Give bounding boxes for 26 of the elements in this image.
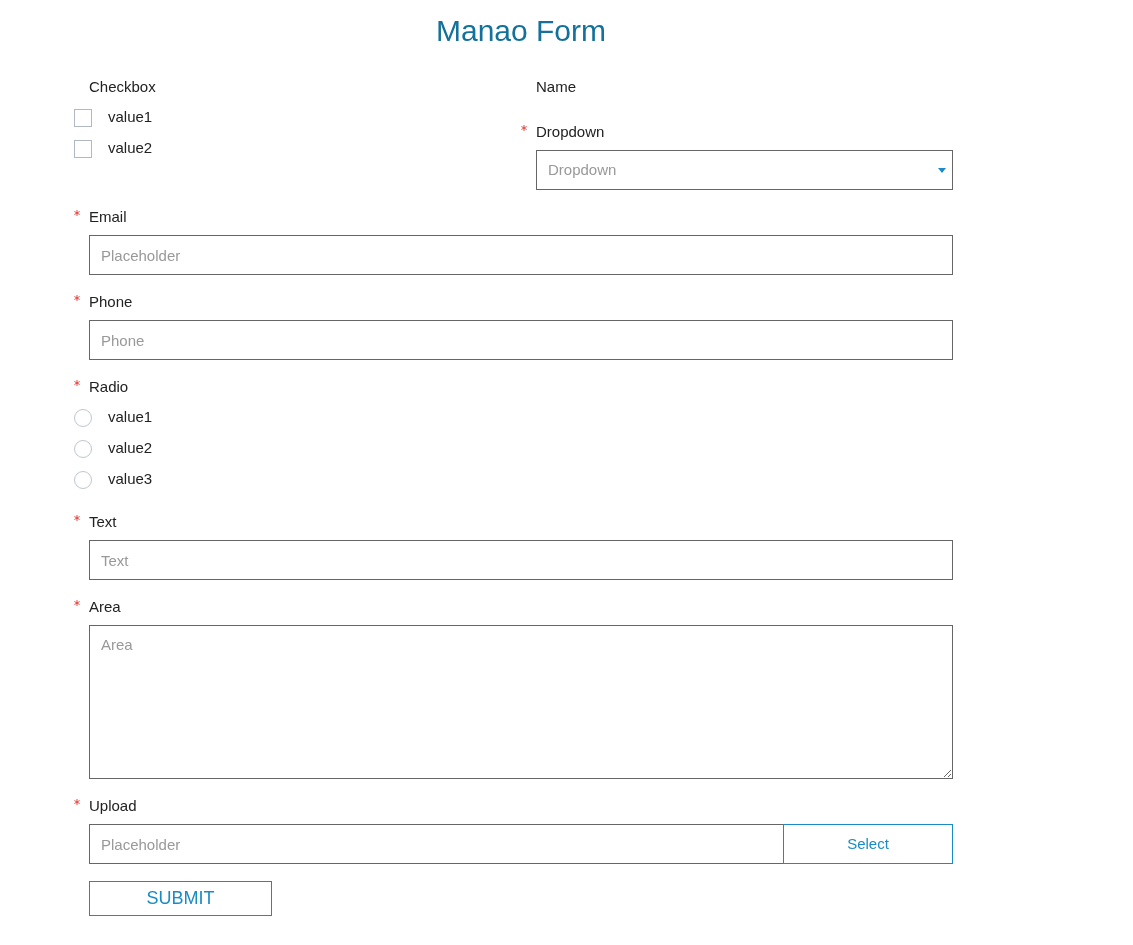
checkbox[interactable] <box>74 139 92 158</box>
field-label: Dropdown <box>536 121 605 142</box>
field-label: Phone <box>89 291 133 312</box>
field-label: Area <box>89 596 121 617</box>
field-label: Text <box>89 511 117 532</box>
option-label: value3 <box>108 469 153 490</box>
field-label: Checkbox <box>89 76 156 97</box>
field-label: Upload <box>89 795 137 816</box>
field-label: Email <box>89 206 127 227</box>
submit-button[interactable]: SUBMIT <box>89 881 272 916</box>
input-field[interactable]: Phone <box>89 320 953 360</box>
option-label: value1 <box>108 107 153 128</box>
select-button[interactable]: Select <box>783 824 953 864</box>
form-title: Manao Form <box>435 12 607 49</box>
caret-icon <box>938 167 946 173</box>
text-area[interactable]: Area <box>89 625 953 779</box>
field-label: Radio <box>89 376 129 397</box>
checkbox[interactable] <box>74 108 92 127</box>
dropdown[interactable]: Dropdown <box>536 150 953 190</box>
option-label: value1 <box>108 407 153 428</box>
option-label: value2 <box>108 138 153 159</box>
option-label: value2 <box>108 438 153 459</box>
input-field[interactable]: Text <box>89 540 953 580</box>
input-field[interactable]: Placeholder <box>89 235 953 275</box>
upload-field[interactable]: Placeholder <box>89 824 783 864</box>
field-label: Name <box>536 76 576 97</box>
